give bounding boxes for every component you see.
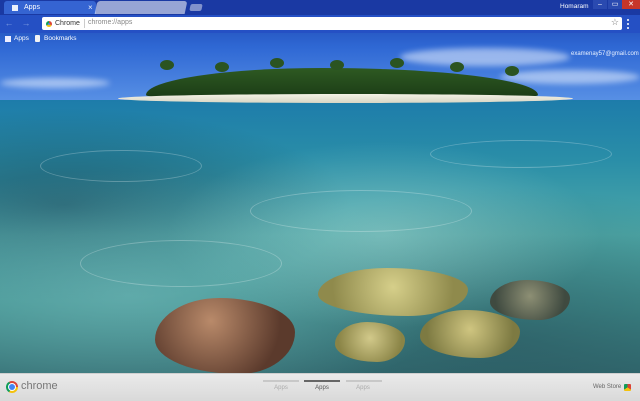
brand-wordmark: chrome — [21, 380, 58, 392]
palm-tree — [160, 60, 174, 70]
page-indicator[interactable] — [263, 380, 299, 382]
title-bar: Apps × Homaram – ▭ ✕ — [0, 0, 640, 15]
address-bar[interactable]: Chrome chrome://apps ☆ — [42, 17, 622, 30]
palm-tree — [505, 66, 519, 76]
chrome-icon — [46, 20, 52, 27]
bookmark-label: Apps — [14, 35, 29, 42]
page-switcher: Apps Apps Apps — [262, 374, 382, 401]
water-ripple — [250, 190, 472, 232]
bookmark-label: Bookmarks — [44, 35, 77, 42]
page-tab-3[interactable]: Apps — [344, 385, 382, 391]
profile-name[interactable]: Homaram — [560, 3, 589, 10]
web-store-link[interactable]: Web Store — [593, 384, 621, 390]
bookmark-star-icon[interactable]: ☆ — [611, 17, 619, 28]
account-email[interactable]: examenay57@gmail.com — [571, 51, 639, 57]
water-ripple — [430, 140, 612, 168]
palm-tree — [450, 62, 464, 72]
tab-inactive[interactable] — [94, 1, 188, 14]
url-text[interactable]: chrome://apps — [88, 19, 132, 26]
forward-button[interactable]: → — [20, 18, 32, 28]
palm-tree — [330, 60, 344, 70]
page-indicator-active[interactable] — [304, 380, 340, 382]
page-tab-1[interactable]: Apps — [262, 385, 300, 391]
chrome-logo-icon — [6, 381, 18, 393]
bookmark-page-icon — [35, 35, 40, 42]
tab-close-icon[interactable]: × — [88, 3, 93, 12]
web-store-icon[interactable] — [624, 384, 631, 391]
bookmark-apps[interactable]: Apps — [5, 35, 29, 42]
minimize-button[interactable]: – — [593, 0, 607, 9]
tab-label: Apps — [24, 4, 40, 11]
palm-tree — [215, 62, 229, 72]
close-window-button[interactable]: ✕ — [622, 0, 640, 9]
island-beach — [118, 94, 573, 103]
bookmark-folder[interactable]: Bookmarks — [35, 35, 77, 42]
coral-yellow — [420, 310, 520, 358]
back-button[interactable]: ← — [3, 18, 15, 28]
bookmarks-bar: Apps Bookmarks — [0, 33, 640, 45]
apps-grid-icon — [5, 35, 11, 42]
maximize-button[interactable]: ▭ — [608, 0, 622, 9]
page-tab-2[interactable]: Apps — [303, 385, 341, 391]
palm-tree — [390, 58, 404, 68]
coral-grey — [490, 280, 570, 320]
tab-apps[interactable]: Apps × — [4, 1, 96, 14]
coral-yellow — [335, 322, 405, 362]
water-ripple — [40, 150, 202, 182]
menu-dots-icon[interactable] — [627, 19, 630, 29]
apps-grid-icon — [12, 5, 19, 11]
bottom-bar: chrome Apps Apps Apps Web Store — [0, 373, 640, 401]
page-indicator[interactable] — [346, 380, 382, 382]
water-ripple — [80, 240, 282, 287]
wallpaper-background — [0, 0, 640, 400]
palm-tree — [270, 58, 284, 68]
coral-brown — [155, 298, 295, 374]
site-chip[interactable]: Chrome — [46, 19, 85, 28]
new-tab-button[interactable] — [189, 4, 203, 11]
cloud — [500, 70, 640, 84]
cloud — [0, 78, 110, 88]
site-chip-label: Chrome — [55, 20, 80, 27]
toolbar: ← → Chrome chrome://apps ☆ — [0, 15, 640, 33]
coral-yellow — [318, 268, 468, 316]
cloud — [400, 48, 570, 66]
